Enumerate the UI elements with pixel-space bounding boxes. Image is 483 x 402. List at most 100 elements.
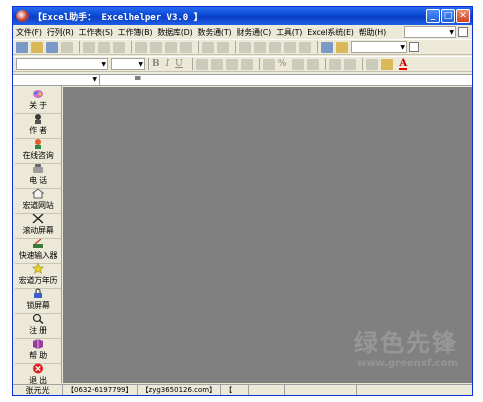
paste-icon[interactable] <box>165 41 177 53</box>
sidebar-author-button[interactable]: 作 者 <box>15 111 61 139</box>
sort-ascending-icon[interactable] <box>284 41 296 53</box>
font-size-dropdown[interactable]: ▼ <box>111 58 145 70</box>
menu-sheet[interactable]: 工作表(S) <box>79 27 113 38</box>
sidebar-online-consult-button[interactable]: 在线咨询 <box>15 136 61 164</box>
formula-bar: ▼ = <box>13 74 472 86</box>
menu-file[interactable]: 文件(F) <box>16 27 42 38</box>
menu-shuwutong[interactable]: 数务通(T) <box>198 27 232 38</box>
menu-excel-system[interactable]: Excel系统(E) <box>307 27 354 38</box>
title-bar[interactable]: 【Excel助手： Excelhelper V3.0 】 _ □ ✕ <box>13 7 472 25</box>
font-color-button[interactable]: A <box>399 58 408 70</box>
save-icon[interactable] <box>46 41 58 53</box>
zoom-dropdown[interactable]: ▼ <box>351 41 407 53</box>
helper-side-panel: 关 于 作 者 在线咨询 电 话 宏道网站 滚动屏幕 快速输入器 宏道万年历 锁… <box>14 86 62 389</box>
status-user: 张元光 <box>13 385 63 395</box>
status-extra: 【 <box>221 385 250 395</box>
print-icon[interactable] <box>83 41 95 53</box>
help-book-icon <box>33 339 43 349</box>
open-folder-icon[interactable] <box>31 41 43 53</box>
increase-decimal-icon[interactable] <box>307 58 320 70</box>
bold-button[interactable]: B <box>152 59 160 69</box>
decrease-indent-icon[interactable] <box>329 58 342 70</box>
italic-button[interactable]: I <box>166 59 170 69</box>
app-logo-icon[interactable] <box>16 10 29 22</box>
sidebar-quick-input-button[interactable]: 快速输入器 <box>15 236 61 264</box>
sidebar-item-label: 帮 助 <box>29 351 47 360</box>
toolbar-separator <box>325 58 327 70</box>
underline-button[interactable]: U <box>175 59 183 69</box>
status-phone: 【0632-6197799】 <box>63 385 138 395</box>
sidebar-phone-button[interactable]: 电 话 <box>15 161 61 189</box>
app-window: 【Excel助手： Excelhelper V3.0 】 _ □ ✕ 文件(F)… <box>12 6 473 396</box>
spelling-icon[interactable] <box>113 41 125 53</box>
author-icon <box>35 114 41 124</box>
sidebar-item-label: 关 于 <box>29 101 47 110</box>
menu-finance[interactable]: 财务通(C) <box>236 27 271 38</box>
about-icon <box>33 90 43 98</box>
font-name-dropdown[interactable]: ▼ <box>16 58 108 70</box>
align-center-icon[interactable] <box>210 58 223 70</box>
undo-icon[interactable] <box>202 41 214 53</box>
drawing-icon[interactable] <box>336 41 348 53</box>
function-icon[interactable] <box>269 41 281 53</box>
percent-button[interactable]: % <box>278 59 287 69</box>
sidebar-website-button[interactable]: 宏道网站 <box>15 186 61 214</box>
name-box[interactable]: ▼ <box>14 75 100 85</box>
status-panel <box>249 385 286 395</box>
merge-center-icon[interactable] <box>240 58 253 70</box>
currency-icon[interactable] <box>262 58 275 70</box>
redo-icon[interactable] <box>217 41 229 53</box>
watermark: 绿色先锋 www.greenxf.com <box>354 323 458 369</box>
help-question-icon[interactable] <box>458 27 468 37</box>
workbook-workspace[interactable]: 绿色先锋 www.greenxf.com <box>63 87 472 383</box>
sidebar-item-label: 宏道万年历 <box>18 276 58 285</box>
status-panel <box>285 385 358 395</box>
align-right-icon[interactable] <box>225 58 238 70</box>
sidebar-help-button[interactable]: 帮 助 <box>15 336 61 364</box>
chart-wizard-icon[interactable] <box>321 41 333 53</box>
name-box-arrow-icon[interactable]: ▼ <box>92 76 97 83</box>
comma-style-icon[interactable] <box>292 58 305 70</box>
minimize-button[interactable]: _ <box>426 9 440 23</box>
scroll-screen-icon <box>32 213 44 224</box>
quick-input-icon <box>33 238 43 248</box>
fill-color-icon[interactable] <box>381 58 394 70</box>
toolbar-separator <box>191 58 193 70</box>
menu-database[interactable]: 数据库(D) <box>157 27 192 38</box>
sidebar-calendar-button[interactable]: 宏道万年历 <box>15 261 61 289</box>
sidebar-lock-screen-button[interactable]: 锁屏幕 <box>15 286 61 314</box>
sidebar-about-button[interactable]: 关 于 <box>15 86 61 114</box>
sidebar-register-button[interactable]: 注 册 <box>15 311 61 339</box>
print-preview-icon[interactable] <box>98 41 110 53</box>
toolbar-separator <box>79 41 80 53</box>
menu-help[interactable]: 帮助(H) <box>359 27 386 38</box>
increase-indent-icon[interactable] <box>344 58 357 70</box>
exit-icon <box>33 363 43 374</box>
permission-icon[interactable] <box>61 41 73 53</box>
menu-rowcol[interactable]: 行列(R) <box>47 27 74 38</box>
sidebar-item-label: 在线咨询 <box>22 151 54 160</box>
help-icon[interactable] <box>409 42 419 52</box>
autosum-icon[interactable] <box>254 41 266 53</box>
align-left-icon[interactable] <box>195 58 208 70</box>
format-painter-icon[interactable] <box>180 41 192 53</box>
sidebar-scroll-screen-button[interactable]: 滚动屏幕 <box>15 211 61 239</box>
close-button[interactable]: ✕ <box>456 9 470 23</box>
sort-descending-icon[interactable] <box>299 41 311 53</box>
copy-icon[interactable] <box>150 41 162 53</box>
maximize-button[interactable]: □ <box>441 9 455 23</box>
watermark-text: 绿色先锋 <box>354 329 458 357</box>
toolbar-separator <box>235 41 236 53</box>
hyperlink-icon[interactable] <box>239 41 251 53</box>
help-search-box[interactable]: ▼ <box>404 26 456 38</box>
register-icon <box>32 313 44 324</box>
borders-icon[interactable] <box>366 58 379 70</box>
toolbar-separator <box>198 41 199 53</box>
formula-equals-sign: = <box>134 74 142 84</box>
sidebar-item-label: 作 者 <box>29 126 47 135</box>
new-file-icon[interactable] <box>16 41 28 53</box>
cut-icon[interactable] <box>135 41 147 53</box>
menu-workbook[interactable]: 工作簿(B) <box>118 27 153 38</box>
menu-tools[interactable]: 工具(T) <box>276 27 302 38</box>
watermark-url: www.greenxf.com <box>357 358 458 369</box>
